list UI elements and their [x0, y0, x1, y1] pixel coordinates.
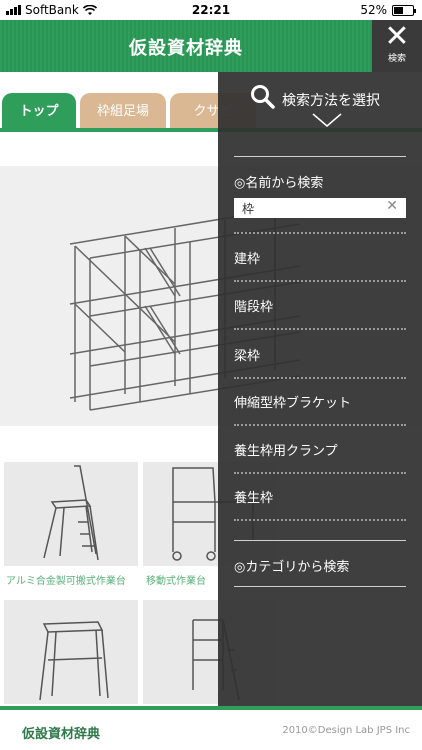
search-drawer: 検索方法を選択 ◎名前から検索 枠 ✕ 建枠 階段枠 梁枠 伸縮型枠ブラケット …: [218, 72, 422, 706]
search-toggle-button[interactable]: ✕ 検索: [372, 20, 422, 72]
divider: [234, 424, 406, 426]
result-item[interactable]: 階段枠: [234, 296, 273, 315]
divider: [234, 280, 406, 282]
close-icon: ✕: [384, 19, 410, 54]
category-search-title[interactable]: ◎カテゴリから検索: [234, 556, 349, 575]
search-input-value: 枠: [242, 202, 255, 216]
name-search-input[interactable]: 枠 ✕: [234, 198, 406, 218]
app-header: 仮設資材辞典: [0, 20, 422, 72]
footer-app-name[interactable]: 仮設資材辞典: [22, 723, 100, 742]
search-button-label: 検索: [387, 54, 406, 64]
chevron-down-icon[interactable]: [311, 112, 343, 128]
divider: [234, 540, 406, 541]
search-icon: [251, 85, 275, 109]
app-footer: 仮設資材辞典 2010©Design Lab JPS Inc: [0, 706, 422, 750]
divider: [234, 328, 406, 330]
name-search-title: ◎名前から検索: [234, 176, 324, 191]
tab-top[interactable]: トップ: [2, 93, 76, 131]
app-title: 仮設資材辞典: [129, 38, 243, 59]
product-card-aluminum-workbench[interactable]: [4, 462, 138, 566]
result-item[interactable]: 梁枠: [234, 345, 260, 364]
step-stand-illustration: [39, 621, 109, 701]
divider: [234, 232, 406, 234]
drawer-header: 検索方法を選択: [218, 78, 422, 112]
clear-icon[interactable]: ✕: [386, 198, 398, 214]
clock: 22:21: [191, 3, 231, 17]
divider: [234, 519, 406, 521]
footer-copyright: 2010©Design Lab JPS Inc: [282, 725, 410, 736]
result-item[interactable]: 伸縮型枠ブラケット: [234, 392, 351, 411]
result-item[interactable]: 建枠: [234, 248, 260, 267]
divider: [234, 586, 406, 587]
divider: [234, 156, 406, 157]
battery-percent: 52%: [360, 3, 387, 17]
tab-frame-scaffold[interactable]: 枠組足場: [80, 93, 166, 131]
product-caption[interactable]: 移動式作業台: [146, 572, 206, 587]
battery-icon: [392, 4, 416, 16]
product-card-step-stand[interactable]: [4, 600, 138, 704]
result-item[interactable]: 養生枠用クランプ: [234, 440, 338, 459]
status-bar: SoftBank 22:21 52%: [0, 0, 422, 20]
divider: [234, 377, 406, 379]
drawer-title: 検索方法を選択: [282, 93, 380, 109]
workbench-illustration: [43, 465, 99, 561]
divider: [234, 472, 406, 474]
result-item[interactable]: 養生枠: [234, 487, 273, 506]
product-caption[interactable]: アルミ合金製可搬式作業台: [6, 572, 126, 587]
